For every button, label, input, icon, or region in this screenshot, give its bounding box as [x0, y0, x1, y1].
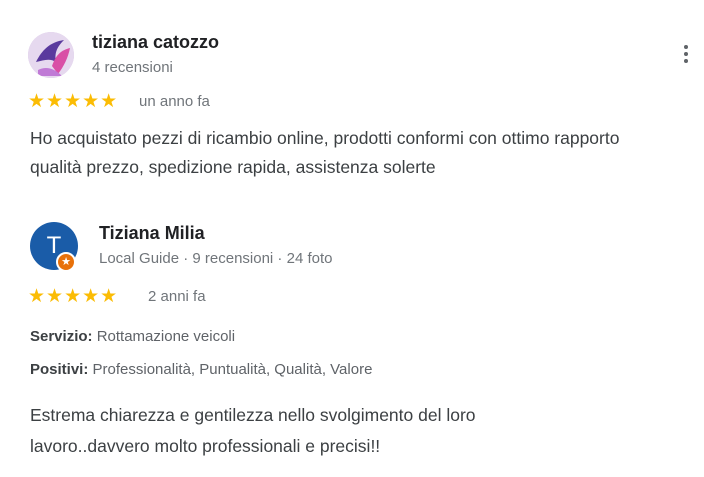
- more-options-button[interactable]: [676, 42, 696, 70]
- author-meta: 4 recensioni: [92, 59, 173, 76]
- author-name[interactable]: Tiziana Milia: [99, 223, 205, 244]
- positives-label: Positivi:: [30, 361, 89, 378]
- review-date: un anno fa: [139, 93, 210, 110]
- review-text: Estrema chiarezza e gentilezza nello svo…: [30, 405, 476, 456]
- service-value: Rottamazione veicoli: [92, 328, 236, 345]
- review-date: 2 anni fa: [148, 288, 206, 305]
- avatar[interactable]: [28, 32, 74, 78]
- positives-attribute: Positivi: Professionalità, Puntualità, Q…: [30, 361, 372, 378]
- service-attribute: Servizio: Rottamazione veicoli: [30, 328, 235, 345]
- review-text: Ho acquistato pezzi di ricambio online, …: [30, 128, 620, 177]
- star-rating: ★★★★★: [28, 91, 119, 112]
- local-guide-badge-icon: ★: [56, 252, 76, 272]
- author-meta: Local Guide · 9 recensioni · 24 foto: [99, 250, 333, 267]
- author-name[interactable]: tiziana catozzo: [92, 32, 219, 53]
- star-rating: ★★★★★: [28, 286, 119, 307]
- more-vert-icon: [684, 45, 688, 49]
- positives-value: Professionalità, Puntualità, Qualità, Va…: [88, 361, 373, 378]
- service-label: Servizio:: [30, 328, 93, 345]
